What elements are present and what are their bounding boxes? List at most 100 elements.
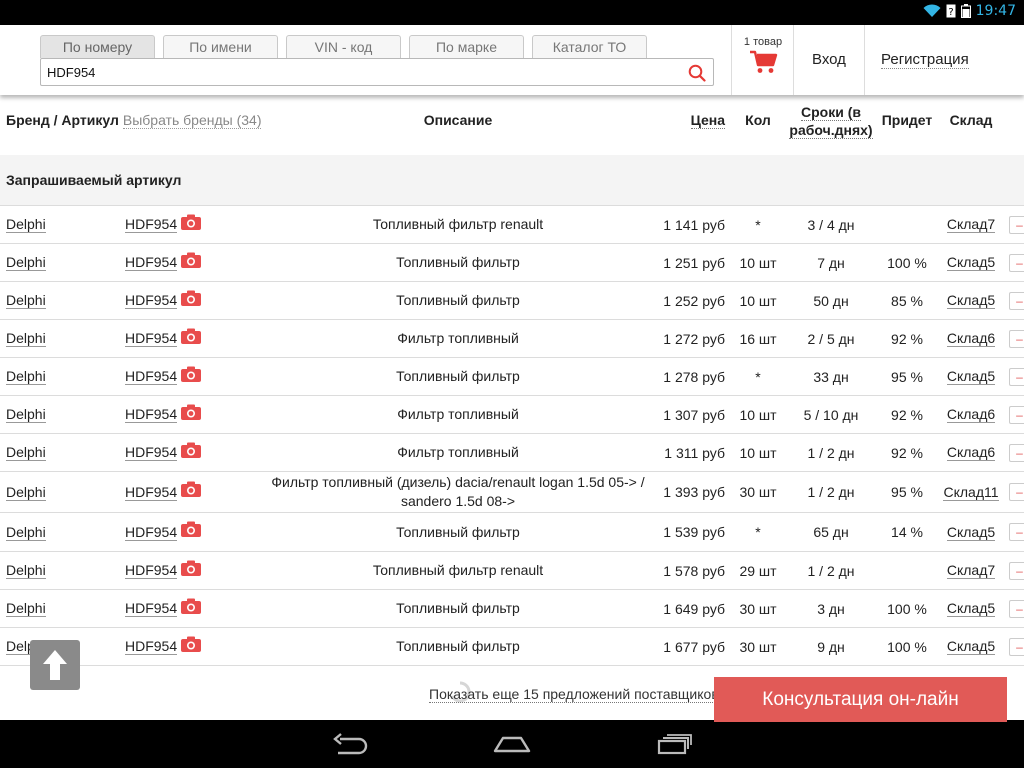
brand-link[interactable]: Delphi [6, 562, 46, 579]
article-link[interactable]: HDF954 [125, 330, 178, 347]
camera-icon[interactable] [181, 366, 202, 382]
warehouse-link[interactable]: Склад5 [946, 524, 996, 541]
brand-link[interactable]: Delphi [6, 406, 46, 423]
tab-maintenance-catalog[interactable]: Каталог ТО [532, 35, 647, 58]
cell-warehouse[interactable]: Склад11 [935, 472, 1007, 512]
cell-brand[interactable]: Delphi [6, 358, 46, 395]
add-to-cart-button[interactable]: – [1009, 215, 1024, 234]
search-icon[interactable] [688, 64, 706, 82]
cell-add[interactable]: – [1009, 358, 1024, 395]
brand-link[interactable]: Delphi [6, 330, 46, 347]
article-link[interactable]: HDF954 [125, 484, 178, 501]
cell-warehouse[interactable]: Склад5 [935, 282, 1007, 319]
select-brands-link[interactable]: Выбрать бренды (34) [122, 112, 262, 129]
scroll-to-top-button[interactable] [30, 640, 80, 690]
online-consultation-button[interactable]: Консультация он-лайн [714, 677, 1007, 722]
cart-button[interactable]: 1 товар [734, 25, 792, 95]
cell-article[interactable]: HDF954 [125, 320, 202, 357]
cell-article[interactable]: HDF954 [125, 590, 202, 627]
cell-article[interactable]: HDF954 [125, 206, 202, 243]
add-to-cart-button[interactable]: – [1009, 637, 1024, 656]
register-link[interactable]: Регистрация [881, 51, 969, 69]
cell-warehouse[interactable]: Склад6 [935, 320, 1007, 357]
search-input[interactable]: HDF954 [40, 58, 714, 86]
brand-link[interactable]: Delphi [6, 444, 46, 461]
cell-brand[interactable]: Delphi [6, 206, 46, 243]
login-link[interactable]: Вход [812, 51, 846, 68]
camera-icon[interactable] [181, 481, 202, 497]
cell-article[interactable]: HDF954 [125, 244, 202, 281]
cell-add[interactable]: – [1009, 282, 1024, 319]
camera-icon[interactable] [181, 328, 202, 344]
article-link[interactable]: HDF954 [125, 292, 178, 309]
cell-add[interactable]: – [1009, 472, 1024, 512]
add-to-cart-button[interactable]: – [1009, 443, 1024, 462]
add-to-cart-button[interactable]: – [1009, 523, 1024, 541]
camera-icon[interactable] [181, 521, 202, 537]
cell-brand[interactable]: Delphi [6, 320, 46, 357]
cell-article[interactable]: HDF954 [125, 628, 202, 665]
article-link[interactable]: HDF954 [125, 368, 178, 385]
article-link[interactable]: HDF954 [125, 444, 178, 461]
article-link[interactable]: HDF954 [125, 524, 178, 541]
tab-by-name[interactable]: По имени [163, 35, 278, 58]
article-link[interactable]: HDF954 [125, 254, 178, 271]
brand-link[interactable]: Delphi [6, 254, 46, 271]
cell-warehouse[interactable]: Склад7 [935, 206, 1007, 243]
cell-add[interactable]: – [1009, 396, 1024, 433]
cell-warehouse[interactable]: Склад5 [935, 590, 1007, 627]
cell-add[interactable]: – [1009, 244, 1024, 281]
recents-icon[interactable] [657, 732, 693, 756]
cell-article[interactable]: HDF954 [125, 434, 202, 471]
cell-article[interactable]: HDF954 [125, 552, 202, 589]
warehouse-link[interactable]: Склад5 [946, 292, 996, 309]
cell-article[interactable]: HDF954 [125, 513, 202, 551]
cell-brand[interactable]: Delphi [6, 282, 46, 319]
brand-link[interactable]: Delphi [6, 524, 46, 541]
cell-warehouse[interactable]: Склад5 [935, 244, 1007, 281]
cell-add[interactable]: – [1009, 590, 1024, 627]
warehouse-link[interactable]: Склад5 [946, 368, 996, 385]
article-link[interactable]: HDF954 [125, 216, 178, 233]
home-icon[interactable] [493, 732, 531, 756]
brand-link[interactable]: Delphi [6, 216, 46, 233]
camera-icon[interactable] [181, 214, 202, 230]
cell-article[interactable]: HDF954 [125, 396, 202, 433]
cell-add[interactable]: – [1009, 434, 1024, 471]
header-term[interactable]: Сроки (в рабоч.днях) [786, 103, 876, 139]
cell-brand[interactable]: Delphi [6, 244, 46, 281]
cell-article[interactable]: HDF954 [125, 472, 202, 512]
cell-warehouse[interactable]: Склад5 [935, 628, 1007, 665]
add-to-cart-button[interactable]: – [1009, 367, 1024, 386]
camera-icon[interactable] [181, 636, 202, 652]
tab-by-number[interactable]: По номеру [40, 35, 155, 58]
add-to-cart-button[interactable]: – [1009, 291, 1024, 310]
cell-brand[interactable]: Delphi [6, 434, 46, 471]
header-term-label[interactable]: Сроки (в рабоч.днях) [789, 104, 873, 139]
cell-brand[interactable]: Delphi [6, 513, 46, 551]
add-to-cart-button[interactable]: – [1009, 405, 1024, 424]
tab-by-brand[interactable]: По марке [409, 35, 524, 58]
cell-add[interactable]: – [1009, 552, 1024, 589]
cell-article[interactable]: HDF954 [125, 358, 202, 395]
cell-brand[interactable]: Delphi [6, 552, 46, 589]
article-link[interactable]: HDF954 [125, 600, 178, 617]
cell-brand[interactable]: Delphi [6, 590, 46, 627]
brand-link[interactable]: Delphi [6, 484, 46, 501]
search-input-value[interactable]: HDF954 [47, 65, 95, 80]
add-to-cart-button[interactable]: – [1009, 561, 1024, 580]
warehouse-link[interactable]: Склад7 [946, 216, 996, 233]
warehouse-link[interactable]: Склад6 [946, 406, 996, 423]
cell-add[interactable]: – [1009, 513, 1024, 551]
article-link[interactable]: HDF954 [125, 562, 178, 579]
cell-brand[interactable]: Delphi [6, 396, 46, 433]
article-link[interactable]: HDF954 [125, 638, 178, 655]
cell-brand[interactable]: Delphi [6, 472, 46, 512]
cell-add[interactable]: – [1009, 320, 1024, 357]
add-to-cart-button[interactable]: – [1009, 329, 1024, 348]
warehouse-link[interactable]: Склад5 [946, 254, 996, 271]
cell-warehouse[interactable]: Склад5 [935, 358, 1007, 395]
cell-add[interactable]: – [1009, 628, 1024, 665]
camera-icon[interactable] [181, 560, 202, 576]
brand-link[interactable]: Delphi [6, 368, 46, 385]
